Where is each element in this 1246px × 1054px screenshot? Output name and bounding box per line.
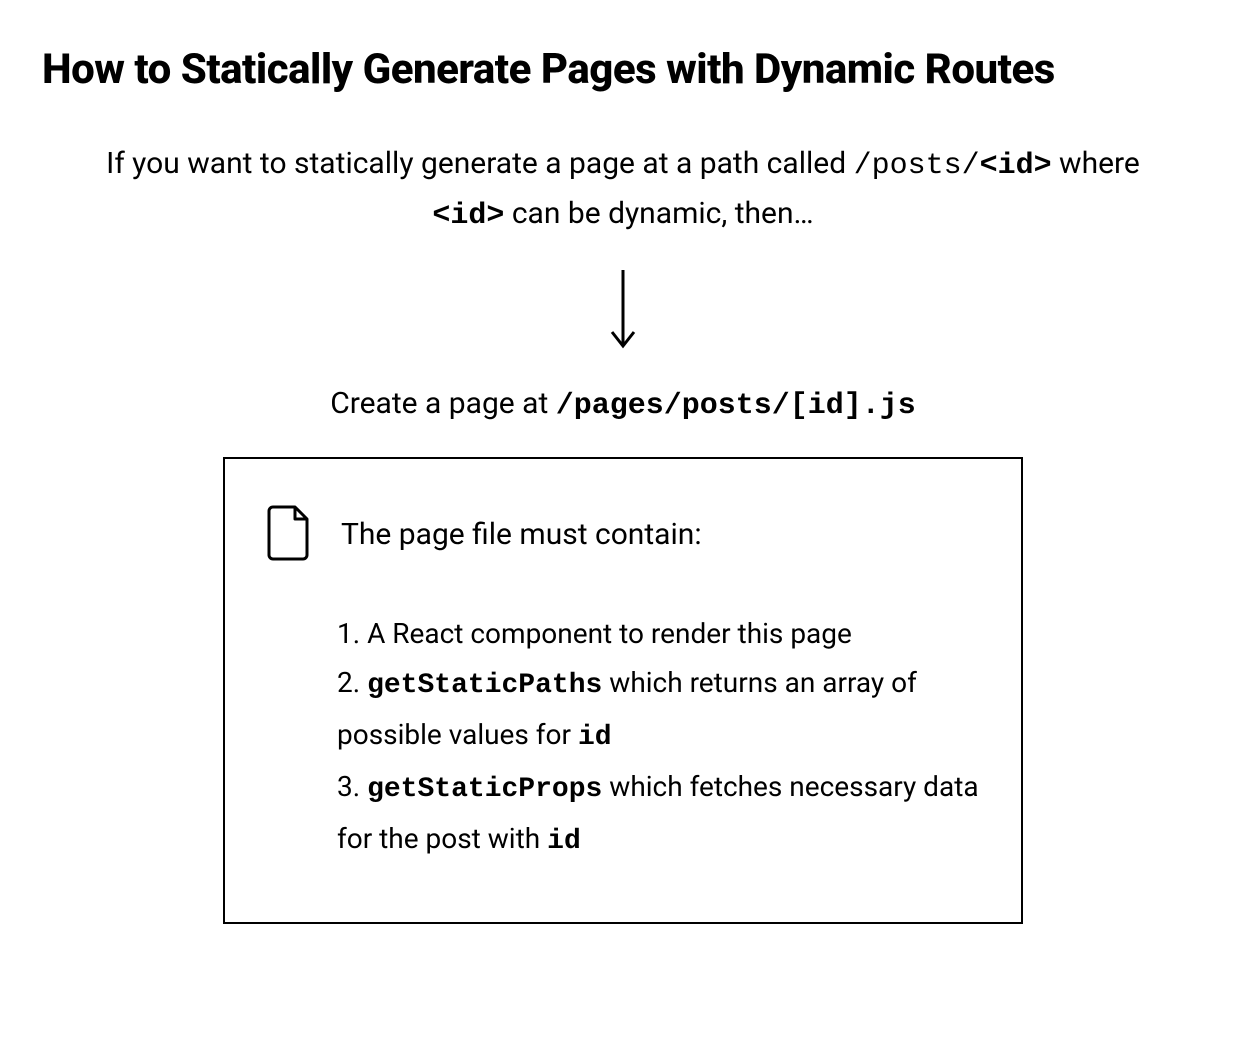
arrow-down-icon — [42, 266, 1204, 356]
text-segment: If you want to statically generate a pag… — [106, 146, 853, 181]
list-item: A React component to render this page — [337, 609, 981, 658]
text-segment: /posts/ — [854, 149, 980, 183]
text-segment: getStaticProps — [367, 774, 602, 805]
page-file-box: The page file must contain: A React comp… — [223, 457, 1023, 924]
text-segment: where — [1052, 146, 1140, 181]
file-icon — [265, 503, 313, 565]
list-item: getStaticProps which fetches necessary d… — [337, 762, 981, 866]
text-segment: id — [547, 826, 581, 857]
text-segment: can be dynamic, then… — [504, 196, 813, 231]
list-item: getStaticPaths which returns an array of… — [337, 658, 981, 762]
text-segment: getStaticPaths — [367, 670, 602, 701]
text-segment: <id> — [432, 199, 504, 233]
page: How to Statically Generate Pages with Dy… — [0, 0, 1246, 984]
requirements-list: A React component to render this page get… — [265, 609, 981, 866]
intro-text: If you want to statically generate a pag… — [73, 140, 1173, 240]
create-page-line: Create a page at /pages/posts/[id].js — [42, 386, 1204, 423]
page-title: How to Statically Generate Pages with Dy… — [42, 46, 1204, 94]
must-contain-label: The page file must contain: — [341, 517, 702, 552]
text-segment: id — [578, 722, 612, 753]
text-segment: <id> — [980, 149, 1052, 183]
text-segment: A React component to render this page — [367, 617, 852, 650]
text-segment: /pages/posts/[id].js — [556, 389, 916, 423]
text-segment: Create a page at — [330, 386, 556, 421]
